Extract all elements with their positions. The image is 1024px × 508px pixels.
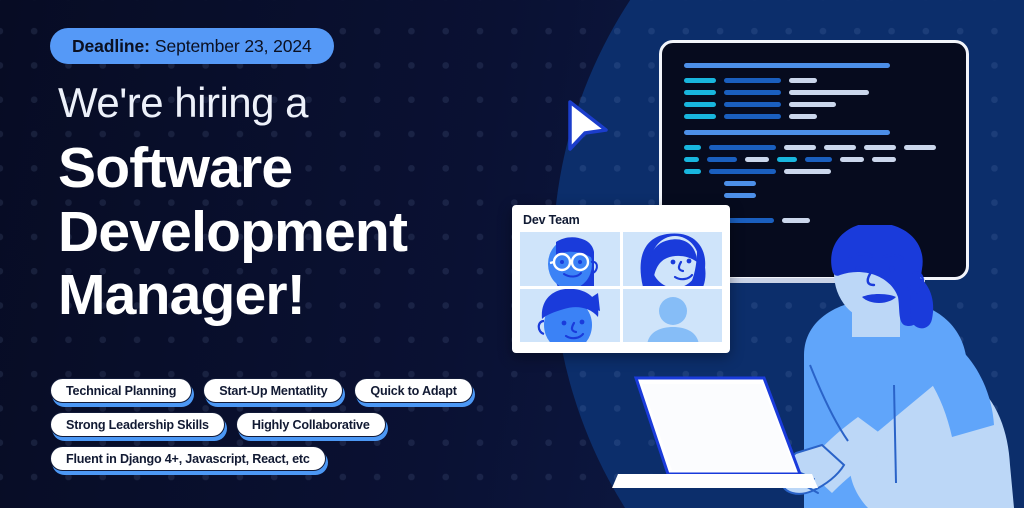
code-token [840, 157, 864, 162]
code-indent [684, 181, 724, 186]
code-token [784, 169, 831, 174]
code-token [789, 78, 817, 83]
code-line [684, 63, 954, 68]
code-token [904, 145, 936, 150]
code-token [684, 114, 716, 119]
code-token [724, 78, 781, 83]
code-token [724, 218, 774, 223]
hiring-banner: Dev Team Deadline: September 23, 2024 We… [0, 0, 1024, 508]
mouse-pointer-cursor [566, 99, 610, 166]
code-token [684, 169, 701, 174]
code-line [684, 90, 954, 95]
code-token [724, 114, 781, 119]
code-line [684, 130, 954, 135]
code-token [724, 181, 756, 186]
code-token [709, 145, 776, 150]
dev-team-card[interactable]: Dev Team [512, 205, 730, 353]
code-token [684, 102, 716, 107]
skill-pill[interactable]: Fluent in Django 4+, Javascript, React, … [50, 446, 326, 471]
avatar-person-long-hair[interactable] [622, 232, 722, 286]
skill-pill[interactable]: Technical Planning [50, 378, 193, 403]
skill-pill-label: Fluent in Django 4+, Javascript, React, … [66, 451, 310, 466]
code-token [684, 63, 890, 68]
code-token [724, 90, 781, 95]
headline-line-2: Development [58, 199, 408, 264]
code-token [782, 218, 810, 223]
code-token [724, 193, 756, 198]
code-line [684, 102, 954, 107]
headline-line-3: Manager! [58, 263, 306, 328]
code-token [789, 90, 869, 95]
skill-pill[interactable]: Highly Collaborative [235, 412, 386, 437]
deadline-value: September 23, 2024 [154, 35, 312, 56]
code-token [684, 90, 716, 95]
code-line [684, 169, 954, 174]
text-column: Deadline: September 23, 2024 We're hirin… [0, 0, 520, 508]
code-token [707, 157, 737, 162]
open-laptop [612, 370, 912, 508]
code-indent [684, 193, 724, 198]
code-line [684, 78, 954, 83]
code-token [789, 102, 836, 107]
code-token [777, 157, 797, 162]
headline-block: We're hiring a Software Development Mana… [58, 82, 518, 331]
skill-pill[interactable]: Strong Leadership Skills [50, 412, 225, 437]
code-token [872, 157, 896, 162]
avatar-person-glasses[interactable] [520, 232, 620, 286]
skills-pill-row: Technical Planning Start-Up Mentatlity Qui… [50, 378, 520, 403]
deadline-label: Deadline: [72, 35, 150, 56]
code-token [784, 145, 816, 150]
code-line [684, 157, 954, 162]
skill-pill-label: Start-Up Mentatlity [219, 383, 328, 398]
avatar-placeholder-silhouette[interactable] [622, 288, 722, 342]
code-token [724, 102, 781, 107]
skills-pill-row: Fluent in Django 4+, Javascript, React, … [50, 446, 520, 471]
code-line [684, 145, 954, 150]
skill-pill-label: Highly Collaborative [251, 417, 370, 432]
code-token [709, 169, 776, 174]
code-token [684, 78, 716, 83]
skill-pill-label: Technical Planning [66, 383, 177, 398]
code-token [745, 157, 769, 162]
code-token [684, 130, 890, 135]
headline-kicker: We're hiring a [58, 79, 309, 126]
deadline-badge: Deadline: September 23, 2024 [50, 28, 334, 64]
code-token [824, 145, 856, 150]
code-token [684, 157, 699, 162]
headline-line-1: Software [58, 136, 293, 200]
skill-pill[interactable]: Quick to Adapt [354, 378, 473, 403]
code-token [864, 145, 896, 150]
avatar-person-short-hair[interactable] [520, 288, 620, 342]
skill-pill-label: Strong Leadership Skills [66, 417, 209, 432]
skill-pill[interactable]: Start-Up Mentatlity [203, 378, 344, 403]
skills-pill-list: Technical Planning Start-Up Mentatlity Qui… [50, 378, 520, 480]
skill-pill-label: Quick to Adapt [370, 383, 457, 398]
skills-pill-row: Strong Leadership Skills Highly Collabora… [50, 412, 520, 437]
code-token [789, 114, 817, 119]
code-line [684, 181, 954, 186]
code-line [684, 114, 954, 119]
code-token [805, 157, 832, 162]
code-token [684, 145, 701, 150]
dev-team-avatar-grid [520, 232, 722, 342]
code-line [684, 193, 954, 198]
dev-team-card-title: Dev Team [523, 213, 580, 227]
